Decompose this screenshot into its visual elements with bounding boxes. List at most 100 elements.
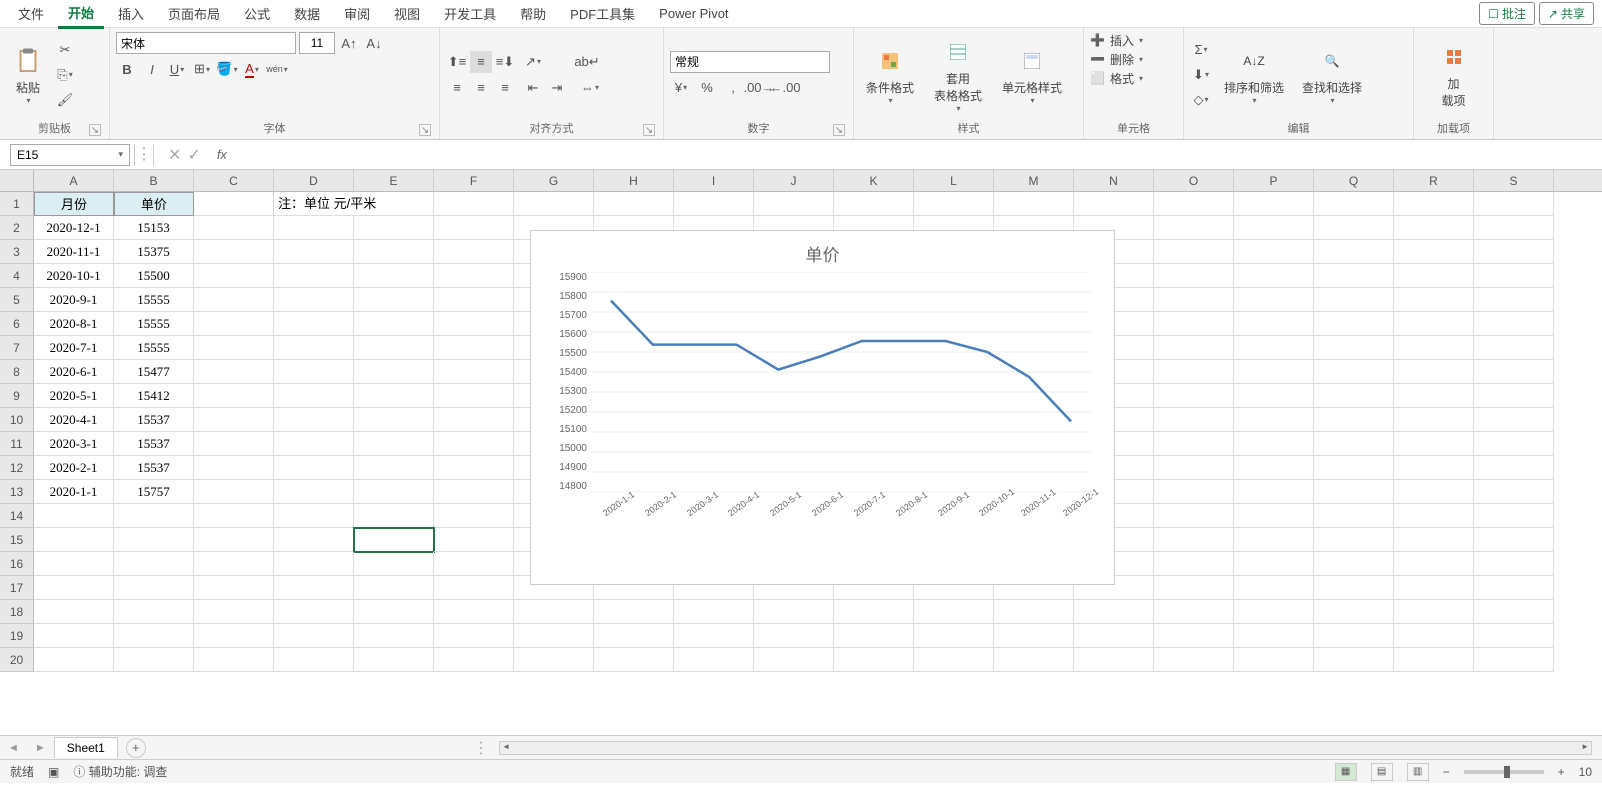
font-color-button[interactable]: A▾ [241,58,263,80]
cell-S19[interactable] [1474,624,1554,648]
cell-N1[interactable] [1074,192,1154,216]
cell-B14[interactable] [114,504,194,528]
cell-O17[interactable] [1154,576,1234,600]
cell-L1[interactable] [914,192,994,216]
cell-F19[interactable] [434,624,514,648]
cell-K1[interactable] [834,192,914,216]
tab-nav-prev[interactable]: ◄ [0,742,27,754]
zoom-in-button[interactable]: + [1558,765,1565,779]
cell-B20[interactable] [114,648,194,672]
cell-G19[interactable] [514,624,594,648]
decrease-font-button[interactable]: A↓ [363,32,385,54]
cell-M18[interactable] [994,600,1074,624]
cell-F6[interactable] [434,312,514,336]
table-format-button[interactable]: 套用 表格格式▾ [928,34,988,115]
cell-S8[interactable] [1474,360,1554,384]
cell-S5[interactable] [1474,288,1554,312]
cell-E10[interactable] [354,408,434,432]
share-button[interactable]: ↗ 共享 [1539,2,1594,25]
cell-O11[interactable] [1154,432,1234,456]
align-launcher[interactable]: ↘ [643,124,655,136]
cell-B4[interactable]: 15500 [114,264,194,288]
cell-P8[interactable] [1234,360,1314,384]
cell-F15[interactable] [434,528,514,552]
cell-A11[interactable]: 2020-3-1 [34,432,114,456]
cell-Q15[interactable] [1314,528,1394,552]
row-header-2[interactable]: 2 [0,216,34,240]
cell-Q11[interactable] [1314,432,1394,456]
clipboard-launcher[interactable]: ↘ [89,124,101,136]
cell-R18[interactable] [1394,600,1474,624]
cell-D14[interactable] [274,504,354,528]
menu-layout[interactable]: 页面布局 [158,0,230,27]
cell-P4[interactable] [1234,264,1314,288]
format-painter-button[interactable]: 🖌 [54,89,76,111]
cell-F17[interactable] [434,576,514,600]
cell-B19[interactable] [114,624,194,648]
cell-F12[interactable] [434,456,514,480]
cell-P14[interactable] [1234,504,1314,528]
underline-button[interactable]: U▾ [166,58,188,80]
cell-L19[interactable] [914,624,994,648]
align-bottom-button[interactable]: ≡⬇ [494,51,516,73]
cell-Q14[interactable] [1314,504,1394,528]
cell-F11[interactable] [434,432,514,456]
cell-F5[interactable] [434,288,514,312]
cell-F7[interactable] [434,336,514,360]
cell-M1[interactable] [994,192,1074,216]
cell-S6[interactable] [1474,312,1554,336]
cell-B12[interactable]: 15537 [114,456,194,480]
cell-P6[interactable] [1234,312,1314,336]
insert-cells-button[interactable]: ➕插入▾ [1090,32,1143,49]
indent-decrease-button[interactable]: ⇤ [522,77,544,99]
menu-powerpivot[interactable]: Power Pivot [649,2,738,25]
menu-review[interactable]: 审阅 [334,0,380,27]
cell-Q3[interactable] [1314,240,1394,264]
menu-insert[interactable]: 插入 [108,0,154,27]
cell-A18[interactable] [34,600,114,624]
cell-E16[interactable] [354,552,434,576]
cell-P10[interactable] [1234,408,1314,432]
cell-P19[interactable] [1234,624,1314,648]
col-header-I[interactable]: I [674,170,754,191]
cell-P1[interactable] [1234,192,1314,216]
col-header-H[interactable]: H [594,170,674,191]
formula-input[interactable] [233,144,1602,166]
number-launcher[interactable]: ↘ [833,124,845,136]
cell-D10[interactable] [274,408,354,432]
cell-B8[interactable]: 15477 [114,360,194,384]
cell-R13[interactable] [1394,480,1474,504]
col-header-C[interactable]: C [194,170,274,191]
cell-E15[interactable] [354,528,434,552]
indent-increase-button[interactable]: ⇥ [546,77,568,99]
cell-S9[interactable] [1474,384,1554,408]
cell-C12[interactable] [194,456,274,480]
row-header-11[interactable]: 11 [0,432,34,456]
col-header-D[interactable]: D [274,170,354,191]
cell-R2[interactable] [1394,216,1474,240]
cell-A13[interactable]: 2020-1-1 [34,480,114,504]
cell-O14[interactable] [1154,504,1234,528]
cell-P11[interactable] [1234,432,1314,456]
col-header-M[interactable]: M [994,170,1074,191]
cell-H18[interactable] [594,600,674,624]
font-name-select[interactable] [116,32,296,54]
cell-A12[interactable]: 2020-2-1 [34,456,114,480]
row-header-17[interactable]: 17 [0,576,34,600]
cell-D5[interactable] [274,288,354,312]
row-header-7[interactable]: 7 [0,336,34,360]
cell-A3[interactable]: 2020-11-1 [34,240,114,264]
select-all-corner[interactable] [0,170,34,191]
col-header-O[interactable]: O [1154,170,1234,191]
cell-S17[interactable] [1474,576,1554,600]
cell-D7[interactable] [274,336,354,360]
cell-R12[interactable] [1394,456,1474,480]
cell-F10[interactable] [434,408,514,432]
cell-O16[interactable] [1154,552,1234,576]
cell-P9[interactable] [1234,384,1314,408]
cell-P17[interactable] [1234,576,1314,600]
menu-file[interactable]: 文件 [8,0,54,27]
copy-button[interactable]: ⎘▾ [54,64,76,86]
enter-formula-button[interactable]: ✓ [187,145,200,165]
cell-R20[interactable] [1394,648,1474,672]
